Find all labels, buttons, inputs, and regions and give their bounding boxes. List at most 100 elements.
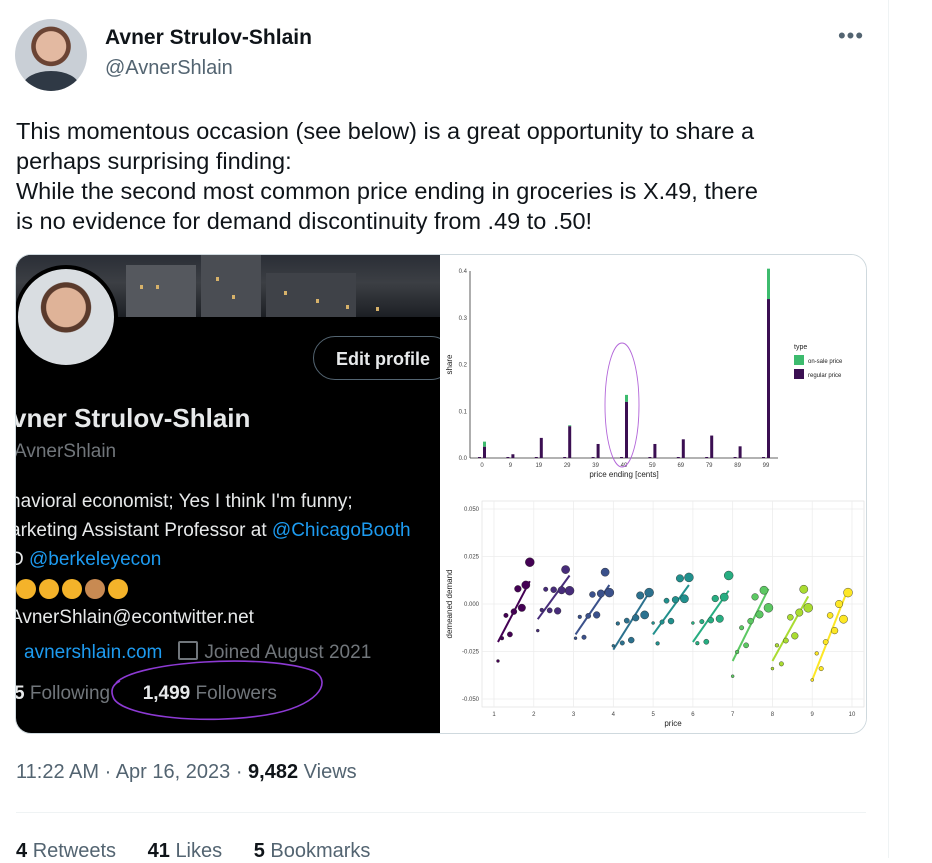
tweet-time[interactable]: 11:22 AM bbox=[16, 761, 99, 783]
bar-on-sale bbox=[625, 394, 628, 402]
bar-small bbox=[648, 457, 652, 458]
scatter-point bbox=[799, 584, 809, 594]
bar-small bbox=[620, 457, 623, 458]
scatter-point bbox=[663, 597, 670, 604]
y-tick-label: 0.2 bbox=[459, 363, 468, 369]
author-handle[interactable]: @AvnerShlain bbox=[105, 57, 233, 80]
y-axis-label: share bbox=[445, 354, 454, 375]
x-tick-label: 6 bbox=[691, 712, 695, 718]
scatter-point bbox=[739, 625, 745, 631]
y-tick-label: -0.050 bbox=[462, 697, 480, 703]
scatter-point bbox=[684, 572, 694, 583]
x-tick-label: 1 bbox=[492, 712, 496, 718]
bookmarks-link[interactable]: 5 Bookmarks bbox=[254, 840, 371, 862]
scatter-point bbox=[787, 614, 794, 621]
scatter-point bbox=[536, 628, 540, 633]
y-tick-label: 0.000 bbox=[464, 602, 480, 608]
tweet-line: While the second most common price endin… bbox=[16, 178, 758, 204]
scatter-point bbox=[783, 637, 789, 644]
scatter-point bbox=[822, 639, 829, 645]
scatter-point bbox=[747, 617, 754, 625]
scatter-point bbox=[743, 642, 749, 649]
tweet-date[interactable]: Apr 16, 2023 bbox=[116, 761, 231, 783]
bar-small bbox=[563, 457, 567, 458]
bar-regular bbox=[568, 426, 572, 458]
x-tick-label: 89 bbox=[734, 463, 741, 469]
scatter-point bbox=[628, 636, 635, 644]
legend-label: regular price bbox=[808, 373, 842, 379]
bar-on-sale bbox=[568, 425, 572, 427]
legend-swatch bbox=[794, 355, 804, 365]
scatter-point bbox=[803, 603, 813, 613]
separator: · bbox=[235, 761, 243, 783]
x-axis-label: price ending [cents] bbox=[589, 470, 658, 479]
scatter-point bbox=[585, 613, 592, 619]
bar-small bbox=[676, 457, 680, 458]
x-axis-label: price bbox=[664, 719, 682, 728]
bar-regular bbox=[738, 446, 742, 458]
scatter-point bbox=[755, 610, 764, 619]
author-name[interactable]: Avner Strulov-Shlain bbox=[105, 26, 312, 50]
y-tick-label: 0.025 bbox=[464, 555, 480, 561]
x-tick-label: 2 bbox=[532, 712, 536, 718]
y-tick-label: -0.025 bbox=[462, 650, 480, 656]
scatter-point bbox=[577, 614, 582, 619]
separator: · bbox=[104, 761, 112, 783]
scatter-point bbox=[554, 607, 562, 615]
scatter-point bbox=[676, 574, 684, 583]
x-tick-label: 0 bbox=[480, 463, 484, 469]
likes-link[interactable]: 41 Likes bbox=[148, 840, 223, 862]
tweet-media[interactable]: Edit profile vner Strulov-Shlain AvnerSh… bbox=[15, 254, 867, 734]
scatter-point bbox=[561, 565, 570, 574]
more-icon[interactable]: ••• bbox=[834, 25, 868, 54]
scatter-point bbox=[699, 619, 705, 625]
engagement-stats: 4 Retweets 41 Likes 5 Bookmarks bbox=[16, 840, 396, 863]
retweets-link[interactable]: 4 Retweets bbox=[16, 840, 116, 862]
x-tick-label: 79 bbox=[706, 463, 713, 469]
legend-swatch bbox=[794, 369, 804, 379]
x-tick-label: 10 bbox=[849, 712, 856, 718]
tweet-line: is no evidence for demand discontinuity … bbox=[16, 208, 593, 234]
avatar[interactable] bbox=[15, 19, 87, 91]
scatter-point bbox=[632, 614, 640, 622]
x-tick-label: 9 bbox=[509, 463, 513, 469]
scatter-point bbox=[619, 640, 625, 646]
scatter-point bbox=[521, 580, 531, 590]
y-axis-label: demeaned demand bbox=[445, 570, 454, 639]
scatter-point bbox=[564, 586, 575, 596]
scatter-point bbox=[774, 643, 779, 648]
scatter-point bbox=[671, 596, 680, 604]
scatter-point bbox=[711, 594, 719, 603]
y-tick-label: 0.050 bbox=[464, 507, 480, 513]
legend-title: type bbox=[794, 344, 807, 351]
bar-small bbox=[506, 457, 510, 458]
scatter-point bbox=[640, 610, 649, 620]
x-tick-label: 29 bbox=[564, 463, 571, 469]
scatter-point bbox=[600, 567, 610, 577]
scatter-point bbox=[730, 674, 735, 678]
scatter-point bbox=[651, 621, 655, 625]
scatter-point bbox=[496, 659, 500, 663]
scatter-point bbox=[655, 641, 660, 646]
profile-screenshot: Edit profile vner Strulov-Shlain AvnerSh… bbox=[16, 255, 440, 733]
annotation-circle-followers bbox=[111, 660, 323, 721]
scatter-point bbox=[593, 611, 601, 619]
tweet-line: perhaps surprising finding: bbox=[16, 148, 292, 174]
x-tick-label: 4 bbox=[612, 712, 616, 718]
scatter-point bbox=[703, 638, 710, 645]
y-tick-label: 0.1 bbox=[459, 409, 468, 415]
scatter-point bbox=[831, 627, 839, 635]
scatter-point bbox=[778, 661, 784, 667]
scatter-point bbox=[503, 612, 509, 618]
x-tick-label: 69 bbox=[677, 463, 684, 469]
x-tick-label: 3 bbox=[572, 712, 576, 718]
scatter-point bbox=[810, 678, 814, 682]
scatter-point bbox=[546, 607, 553, 614]
y-tick-label: 0.0 bbox=[459, 456, 468, 462]
scatter-point bbox=[759, 585, 769, 595]
scatter-point bbox=[680, 594, 689, 604]
legend-label: on-sale price bbox=[808, 359, 843, 365]
scatter-point bbox=[507, 631, 513, 638]
bar-small bbox=[733, 457, 737, 458]
scatter-point bbox=[839, 614, 848, 624]
